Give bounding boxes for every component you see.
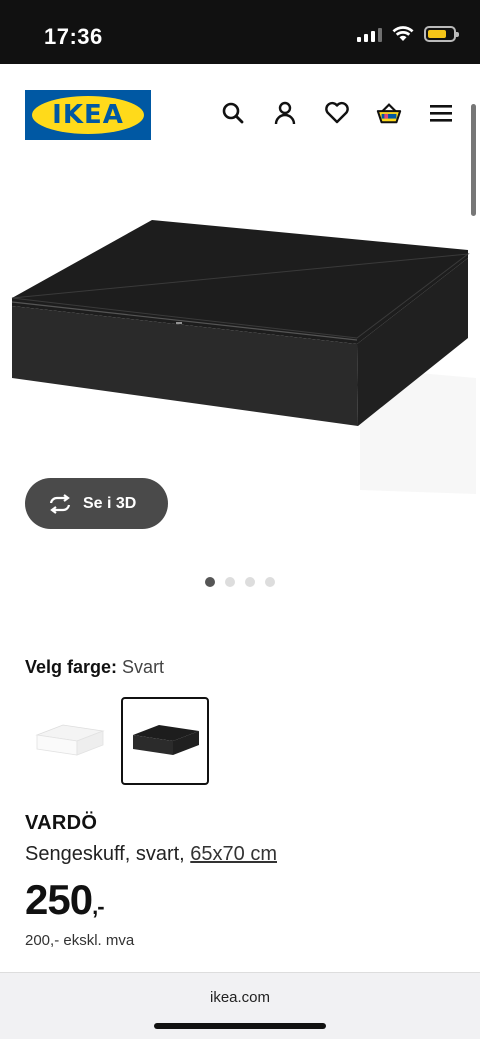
heart-icon[interactable] <box>324 100 350 126</box>
gallery-dot-2[interactable] <box>225 577 235 587</box>
product-price: 250,- <box>25 876 105 924</box>
logo-text: IKEA <box>52 100 124 130</box>
color-label: Velg farge: Svart <box>25 657 164 678</box>
gallery-dot-3[interactable] <box>245 577 255 587</box>
gallery-dot-4[interactable] <box>265 577 275 587</box>
gallery-dot-1[interactable] <box>205 577 215 587</box>
battery-icon <box>424 26 459 42</box>
user-icon[interactable] <box>272 100 298 126</box>
search-icon[interactable] <box>220 100 246 126</box>
gallery-dots <box>0 577 480 587</box>
product-description-text: Sengeskuff, svart, <box>25 843 185 865</box>
color-swatch-white[interactable] <box>25 697 113 785</box>
ikea-logo[interactable]: IKEA <box>25 90 151 140</box>
price-ex-vat: 200,- ekskl. mva <box>25 932 135 949</box>
status-bar: 17:36 <box>0 0 480 64</box>
product-size-link[interactable]: 65x70 cm <box>190 843 277 865</box>
cellular-signal-icon <box>357 26 382 42</box>
status-time: 17:36 <box>44 24 103 49</box>
price-value: 250 <box>25 876 93 923</box>
view-3d-button[interactable]: Se i 3D <box>25 478 168 529</box>
basket-icon[interactable] <box>376 100 402 126</box>
color-label-title: Velg farge: <box>25 657 118 677</box>
color-value: Svart <box>122 657 165 677</box>
header-nav <box>220 100 454 126</box>
browser-url[interactable]: ikea.com <box>0 989 480 1006</box>
color-swatch-black[interactable] <box>121 697 209 785</box>
wifi-icon <box>392 26 414 41</box>
site-header: IKEA <box>0 64 480 216</box>
menu-icon[interactable] <box>428 100 454 126</box>
logo-oval: IKEA <box>32 96 144 134</box>
price-suffix: ,- <box>92 894 104 919</box>
browser-address-bar[interactable]: ikea.com <box>0 972 480 1039</box>
home-indicator[interactable] <box>154 1023 326 1029</box>
product-name: VARDÖ <box>25 812 98 834</box>
status-icons <box>357 26 459 42</box>
view-3d-label: Se i 3D <box>83 494 137 512</box>
rotate-3d-icon <box>49 493 71 514</box>
product-image[interactable] <box>0 168 480 498</box>
product-description: Sengeskuff, svart, 65x70 cm <box>25 843 277 866</box>
